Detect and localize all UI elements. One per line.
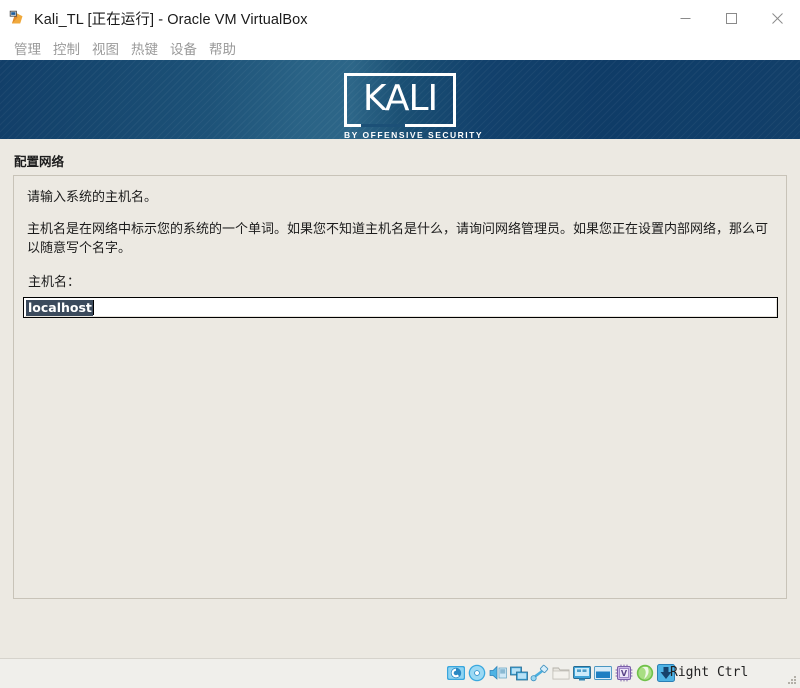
display-icon[interactable] xyxy=(572,663,592,683)
menu-item-control[interactable]: 控制 xyxy=(47,38,86,58)
installer-content-panel: 请输入系统的主机名。 主机名是在网络中标示您的系统的一个单词。如果您不知道主机名… xyxy=(13,175,787,599)
text-caret xyxy=(92,300,94,315)
shared-folders-icon[interactable] xyxy=(551,663,571,683)
kali-logo-word: KALI xyxy=(362,78,438,119)
menu-item-hotkeys[interactable]: 热键 xyxy=(125,38,164,58)
virtualbox-statusbar: http://blog.csdn.net/weixin_42330142 xyxy=(0,658,800,688)
menubar: 管理 控制 视图 热键 设备 帮助 xyxy=(0,36,800,60)
menu-item-devices[interactable]: 设备 xyxy=(164,38,203,58)
virtualization-icon[interactable]: V xyxy=(614,663,634,683)
virtualbox-window: Kali_TL [正在运行] - Oracle VM VirtualBox 管理… xyxy=(0,0,800,688)
hostname-input[interactable]: localhost xyxy=(23,297,778,318)
kali-logo: KALI BY OFFENSIVE SECURITY xyxy=(344,73,484,139)
network-icon[interactable] xyxy=(509,663,529,683)
minimize-button[interactable] xyxy=(662,0,708,36)
mouse-integration-icon[interactable] xyxy=(635,663,655,683)
hard-disk-icon[interactable] xyxy=(446,663,466,683)
audio-icon[interactable] xyxy=(488,663,508,683)
page-title: 配置网络 xyxy=(14,155,65,169)
kali-logo-frame: KALI xyxy=(344,73,456,127)
host-key-label: Right Ctrl xyxy=(670,665,749,680)
installer-page: 配置网络 请输入系统的主机名。 主机名是在网络中标示您的系统的一个单词。如果您不… xyxy=(0,139,800,658)
instruction-secondary: 主机名是在网络中标示您的系统的一个单词。如果您不知道主机名是什么，请询问网络管理… xyxy=(27,221,769,255)
vm-display[interactable]: KALI BY OFFENSIVE SECURITY 配置网络 请输入系统的主机… xyxy=(0,60,800,658)
optical-drive-icon[interactable] xyxy=(467,663,487,683)
window-titlebar: Kali_TL [正在运行] - Oracle VM VirtualBox xyxy=(0,0,800,36)
menu-item-manage[interactable]: 管理 xyxy=(8,38,47,58)
window-title: Kali_TL [正在运行] - Oracle VM VirtualBox xyxy=(34,11,308,28)
menu-item-view[interactable]: 视图 xyxy=(86,38,125,58)
close-button[interactable] xyxy=(754,0,800,36)
kali-logo-subtitle: BY OFFENSIVE SECURITY xyxy=(344,130,484,139)
maximize-button[interactable] xyxy=(708,0,754,36)
hostname-input-value: localhost xyxy=(26,299,93,316)
usb-icon[interactable] xyxy=(530,663,550,683)
virtualbox-vm-icon xyxy=(9,10,25,26)
svg-text:V: V xyxy=(621,669,628,678)
kali-banner: KALI BY OFFENSIVE SECURITY xyxy=(0,60,800,139)
video-capture-icon[interactable] xyxy=(593,663,613,683)
statusbar-icon-group: V xyxy=(446,663,676,683)
hostname-label: 主机名： xyxy=(28,274,81,289)
kali-logo-notch xyxy=(361,124,405,127)
resize-grip[interactable] xyxy=(787,675,797,685)
window-controls xyxy=(662,0,800,36)
menu-item-help[interactable]: 帮助 xyxy=(203,38,242,58)
instruction-primary: 请输入系统的主机名。 xyxy=(27,189,158,204)
